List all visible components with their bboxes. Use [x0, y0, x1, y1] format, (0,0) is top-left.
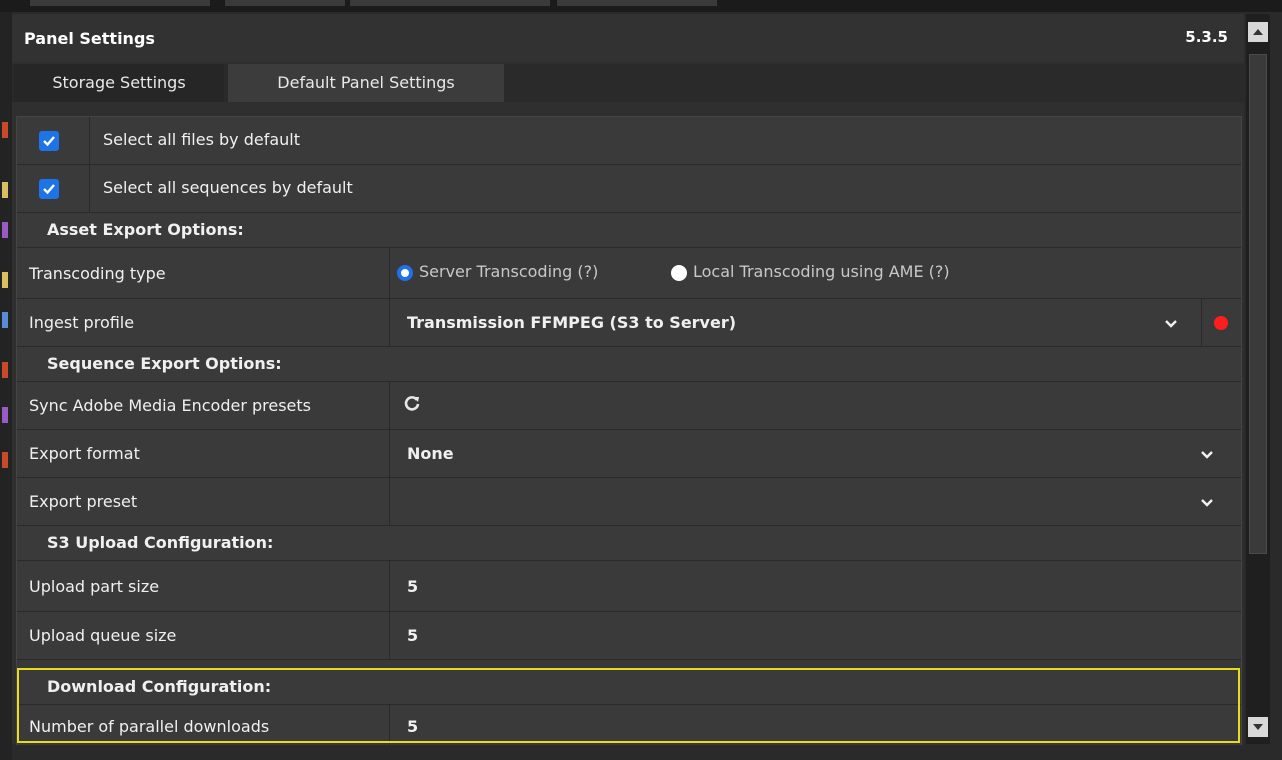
checkbox-row-select-sequences[interactable]: Select all sequences by default — [17, 165, 1241, 213]
row-divider — [389, 561, 390, 611]
row-divider — [389, 705, 390, 745]
row-upload-part-size: Upload part size 5 — [17, 561, 1241, 612]
select-sequences-checkbox[interactable] — [39, 179, 59, 199]
checkmark-icon — [43, 184, 55, 195]
row-divider — [389, 430, 390, 477]
row-divider — [89, 165, 90, 212]
row-parallel-downloads: Number of parallel downloads 5 — [17, 705, 1241, 746]
vertical-scrollbar[interactable] — [1246, 14, 1270, 744]
tab-storage-settings[interactable]: Storage Settings — [14, 64, 224, 102]
track-marker — [2, 122, 8, 138]
row-divider — [389, 612, 390, 659]
track-marker — [2, 272, 8, 288]
row-divider — [389, 478, 390, 525]
row-divider — [1201, 299, 1202, 346]
row-divider — [389, 382, 390, 429]
row-transcoding-type: Transcoding type Server Transcoding (?) … — [17, 248, 1241, 299]
section-heading: Sequence Export Options: — [47, 354, 282, 373]
local-transcoding-label[interactable]: Local Transcoding using AME (?) — [693, 262, 950, 281]
section-heading: S3 Upload Configuration: — [47, 533, 274, 552]
arrow-down-icon — [1253, 724, 1263, 730]
track-marker — [2, 222, 8, 238]
row-divider — [89, 117, 90, 164]
track-marker — [2, 452, 8, 468]
tab-bar: Storage Settings Default Panel Settings — [12, 64, 1244, 102]
top-tab-segment — [350, 0, 550, 6]
version-label: 5.3.5 — [1185, 28, 1228, 46]
row-divider — [389, 248, 390, 298]
top-strip — [0, 0, 1282, 12]
panel-header: Panel Settings 5.3.5 — [12, 14, 1244, 62]
track-marker — [2, 407, 8, 423]
upload-queue-size-input[interactable]: 5 — [407, 626, 418, 645]
section-heading: Asset Export Options: — [47, 220, 244, 239]
settings-list: Select all files by default Select all s… — [16, 116, 1242, 746]
upload-part-size-input[interactable]: 5 — [407, 577, 418, 596]
top-tab-segment — [557, 0, 717, 6]
scroll-up-button[interactable] — [1248, 22, 1268, 42]
row-sync-ame-presets: Sync Adobe Media Encoder presets — [17, 382, 1241, 430]
sync-label: Sync Adobe Media Encoder presets — [29, 396, 311, 415]
section-heading: Download Configuration: — [47, 677, 272, 696]
top-tab-segment — [30, 0, 210, 6]
upload-queue-size-label: Upload queue size — [29, 626, 177, 645]
track-marker — [2, 182, 8, 198]
row-export-preset: Export preset — [17, 478, 1241, 526]
select-files-label: Select all files by default — [103, 130, 301, 149]
left-strip — [0, 12, 12, 760]
parallel-downloads-input[interactable]: 5 — [407, 717, 418, 736]
export-format-select[interactable]: None — [407, 444, 454, 463]
chevron-down-icon[interactable] — [1199, 447, 1215, 463]
upload-part-size-label: Upload part size — [29, 577, 160, 596]
track-marker — [2, 362, 8, 378]
checkbox-row-select-files[interactable]: Select all files by default — [17, 117, 1241, 165]
select-sequences-label: Select all sequences by default — [103, 178, 353, 197]
refresh-icon[interactable] — [403, 394, 421, 412]
track-marker — [2, 312, 8, 328]
section-s3-upload: S3 Upload Configuration: — [17, 526, 1241, 561]
chevron-down-icon[interactable] — [1199, 495, 1215, 511]
export-format-label: Export format — [29, 444, 140, 463]
panel-settings: Panel Settings 5.3.5 Storage Settings De… — [12, 14, 1244, 746]
panel-title: Panel Settings — [24, 29, 155, 48]
row-upload-queue-size: Upload queue size 5 — [17, 612, 1241, 660]
ingest-label: Ingest profile — [29, 313, 135, 332]
parallel-downloads-label: Number of parallel downloads — [29, 717, 270, 736]
chevron-down-icon[interactable] — [1163, 316, 1179, 332]
server-transcoding-label[interactable]: Server Transcoding (?) — [419, 262, 598, 281]
row-export-format: Export format None — [17, 430, 1241, 478]
local-transcoding-radio[interactable] — [671, 265, 687, 281]
scroll-down-button[interactable] — [1248, 717, 1268, 737]
select-files-checkbox[interactable] — [39, 131, 59, 151]
status-dot-icon — [1214, 316, 1228, 330]
top-tab-segment — [225, 0, 345, 6]
transcoding-label: Transcoding type — [29, 264, 166, 283]
ingest-profile-select[interactable]: Transmission FFMPEG (S3 to Server) — [407, 313, 736, 332]
row-ingest-profile: Ingest profile Transmission FFMPEG (S3 t… — [17, 299, 1241, 347]
section-sequence-export: Sequence Export Options: — [17, 347, 1241, 382]
tab-default-panel-settings[interactable]: Default Panel Settings — [228, 64, 504, 102]
row-divider — [389, 299, 390, 346]
checkmark-icon — [43, 136, 55, 147]
scroll-thumb[interactable] — [1249, 54, 1267, 554]
server-transcoding-radio[interactable] — [397, 265, 413, 281]
export-preset-label: Export preset — [29, 492, 138, 511]
section-asset-export: Asset Export Options: — [17, 213, 1241, 248]
arrow-up-icon — [1253, 29, 1263, 35]
section-download: Download Configuration: — [17, 670, 1241, 705]
